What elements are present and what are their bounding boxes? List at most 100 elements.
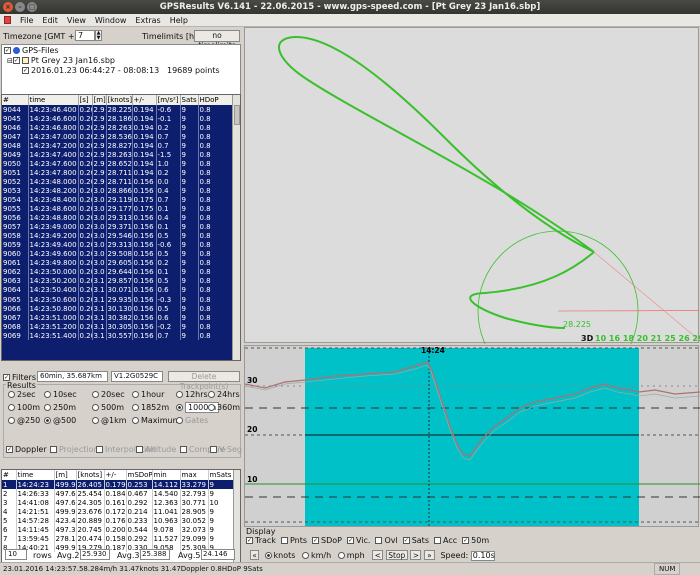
radio-icon[interactable] — [44, 404, 51, 411]
radio-icon[interactable] — [208, 404, 215, 411]
points-table-row[interactable]: 905714:23:49.0000.2003.029.3710.1560.190… — [2, 222, 233, 232]
stop-button[interactable]: Stop — [385, 550, 408, 560]
menu-help[interactable]: Help — [170, 16, 188, 25]
result-option[interactable]: @1km — [92, 416, 127, 425]
result-option[interactable]: 500m — [92, 403, 124, 412]
result-option[interactable]: @250 — [8, 416, 40, 425]
unit-knots-radio[interactable] — [264, 552, 272, 559]
result-option[interactable]: 2sec — [8, 390, 36, 399]
radio-icon[interactable] — [92, 391, 99, 398]
checkbox-icon[interactable] — [210, 446, 217, 453]
points-scrollbar[interactable] — [232, 95, 240, 360]
checkbox-icon[interactable]: ✓ — [312, 537, 319, 544]
radio-icon[interactable] — [208, 391, 215, 398]
points-table-row[interactable]: 904514:23:46.6000.2002.928.1860.194-0.19… — [2, 114, 233, 124]
track-view[interactable]: 28.225 3D 10 16 18 20 21 25 26 29 31 — [244, 27, 700, 392]
tree-file[interactable]: ⊟✓ Pt Grey 23 Jan16.sbp — [7, 56, 115, 65]
result-option[interactable]: 100m — [8, 403, 40, 412]
points-table-row[interactable]: 904414:23:46.4000.2002.928.2250.194-0.69… — [2, 105, 233, 115]
checkbox-icon[interactable] — [280, 537, 288, 544]
results-table-row[interactable]: 2 14:26:33 497.6 25.454 0.184 0.467 14.540 32.7… — [2, 489, 235, 499]
points-table-row[interactable]: 906014:23:49.6000.2003.029.5080.1560.590… — [2, 249, 233, 259]
points-table-row[interactable]: 905014:23:47.6000.2002.928.6520.1941.090… — [2, 159, 233, 169]
timezone-input[interactable]: 7 — [75, 30, 95, 41]
display-check[interactable]: ✓ Track — [246, 536, 276, 545]
checkbox-icon[interactable] — [434, 537, 441, 544]
result-option[interactable]: 250m — [44, 403, 76, 412]
points-table-row[interactable]: 906814:23:51.2000.2003.130.3050.156-0.29… — [2, 322, 233, 332]
result-option[interactable]: 1hour — [132, 390, 164, 399]
result-check[interactable]: V-Seg — [210, 445, 242, 454]
points-table-row[interactable]: 904714:23:47.0000.2002.928.5360.1940.790… — [2, 132, 233, 142]
results-table-row[interactable]: 5 14:57:28 423.4 20.889 0.176 0.233 10.963 30.0… — [2, 516, 235, 526]
fast-forward-button[interactable]: » — [423, 550, 435, 560]
checkbox-icon[interactable]: ✓ — [462, 537, 470, 544]
checkbox-icon[interactable] — [50, 446, 57, 453]
menu-edit[interactable]: Edit — [42, 16, 58, 25]
points-table-row[interactable]: 904914:23:47.4000.2002.928.2630.194-1.59… — [2, 150, 233, 160]
checkbox-icon[interactable]: ✓ — [6, 446, 13, 453]
display-check[interactable]: ✓ 50m — [462, 536, 489, 545]
points-table-row[interactable]: 906514:23:50.6000.2003.129.9350.156-0.39… — [2, 294, 233, 305]
result-check[interactable]: ✓ Doppler — [6, 445, 47, 454]
tree-session[interactable]: ✓ 2016.01.23 06:44:27 - 08:08:13 19689 po… — [22, 66, 232, 75]
display-check[interactable]: Pnts — [280, 536, 307, 545]
checkbox-icon[interactable] — [180, 446, 187, 453]
checkbox-icon[interactable]: ✓ — [346, 537, 354, 544]
radio-icon[interactable] — [132, 404, 139, 411]
result-check[interactable]: Projection — [50, 445, 99, 454]
result-option[interactable]: Maximum — [132, 416, 180, 425]
points-table-row[interactable]: 906114:23:49.8000.2003.029.6050.1560.290… — [2, 258, 233, 268]
results-table-row[interactable]: 4 14:21:51 499.9 23.676 0.172 0.214 11.041 28.9… — [2, 507, 235, 517]
points-table-row[interactable]: 906414:23:50.4000.2003.130.0710.1560.690… — [2, 285, 233, 295]
display-check[interactable]: Acc — [434, 536, 457, 545]
points-scroll-thumb[interactable] — [234, 105, 240, 125]
points-table-row[interactable]: 905214:23:48.0000.2002.928.7110.1560.090… — [2, 177, 233, 187]
timelimits-button[interactable]: no timelimits — [194, 30, 240, 50]
speed-graph[interactable]: 14:24 30 20 10 — [244, 345, 700, 527]
menu-window[interactable]: Window — [95, 16, 127, 25]
points-table-row[interactable]: 906614:23:50.8000.2003.130.1300.1560.590… — [2, 304, 233, 314]
result-option[interactable]: 10sec — [44, 390, 77, 399]
minimize-icon[interactable]: – — [15, 2, 25, 12]
points-table-row[interactable]: 905914:23:49.4000.2003.029.3130.156-0.69… — [2, 240, 233, 250]
points-table-row[interactable]: 906914:23:51.4000.2003.130.5570.1560.790… — [2, 331, 233, 341]
tree-root[interactable]: ✓ GPS-Files — [4, 46, 59, 55]
tree-root-checkbox[interactable]: ✓ — [4, 47, 11, 54]
points-table-row[interactable]: 905314:23:48.2000.2003.028.8660.1560.490… — [2, 186, 233, 196]
menu-extras[interactable]: Extras — [135, 16, 160, 25]
checkbox-icon[interactable] — [375, 537, 383, 544]
result-option[interactable]: @500 — [44, 416, 76, 425]
tree-session-checkbox[interactable]: ✓ — [22, 67, 29, 74]
tree-file-checkbox[interactable]: ✓ — [12, 57, 20, 64]
unit-kmh-radio[interactable] — [302, 552, 309, 559]
filters-checkbox[interactable]: ✓ — [3, 374, 10, 381]
checkbox-icon[interactable]: ✓ — [246, 537, 253, 544]
points-table-row[interactable]: 906314:23:50.2000.2003.129.8570.1560.590… — [2, 276, 233, 286]
results-table-row[interactable]: 3 14:41:08 497.6 24.305 0.161 0.292 12.363 30.7… — [2, 498, 235, 508]
menu-view[interactable]: View — [67, 16, 86, 25]
radio-icon[interactable] — [176, 404, 183, 411]
radio-icon[interactable] — [176, 417, 183, 424]
delete-trackpoint-button[interactable]: Delete Trackpoint(s) — [168, 371, 240, 391]
results-table-row[interactable]: 1 14:24:23 499.9 26.405 0.179 0.253 14.112 33.2… — [2, 480, 235, 490]
prev-button[interactable]: < — [372, 550, 384, 560]
result-option[interactable]: 24hrs — [208, 390, 240, 399]
radio-icon[interactable] — [44, 417, 51, 424]
checkbox-icon[interactable] — [136, 446, 143, 453]
points-table-row[interactable]: 904814:23:47.2000.2002.928.8270.1940.790… — [2, 141, 233, 151]
unit-mph-radio[interactable] — [337, 552, 345, 559]
radio-icon[interactable] — [8, 404, 15, 411]
maximize-icon[interactable]: □ — [27, 2, 37, 12]
checkbox-icon[interactable] — [96, 446, 103, 453]
radio-icon[interactable] — [92, 417, 99, 424]
points-table-row[interactable]: 906714:23:51.0000.2003.130.3820.1560.690… — [2, 313, 233, 323]
points-table-row[interactable]: 904614:23:46.8000.2002.928.2630.1940.290… — [2, 123, 233, 133]
checkbox-icon[interactable]: ✓ — [402, 537, 410, 544]
result-option[interactable]: 360m — [208, 403, 240, 412]
points-table-row[interactable]: 906214:23:50.0000.2003.029.6440.1560.190… — [2, 267, 233, 277]
display-check[interactable]: ✓ SDoP — [312, 536, 342, 545]
radio-icon[interactable] — [132, 417, 139, 424]
display-check[interactable]: Ovl — [375, 536, 398, 545]
display-check[interactable]: ✓ Sats — [402, 536, 429, 545]
